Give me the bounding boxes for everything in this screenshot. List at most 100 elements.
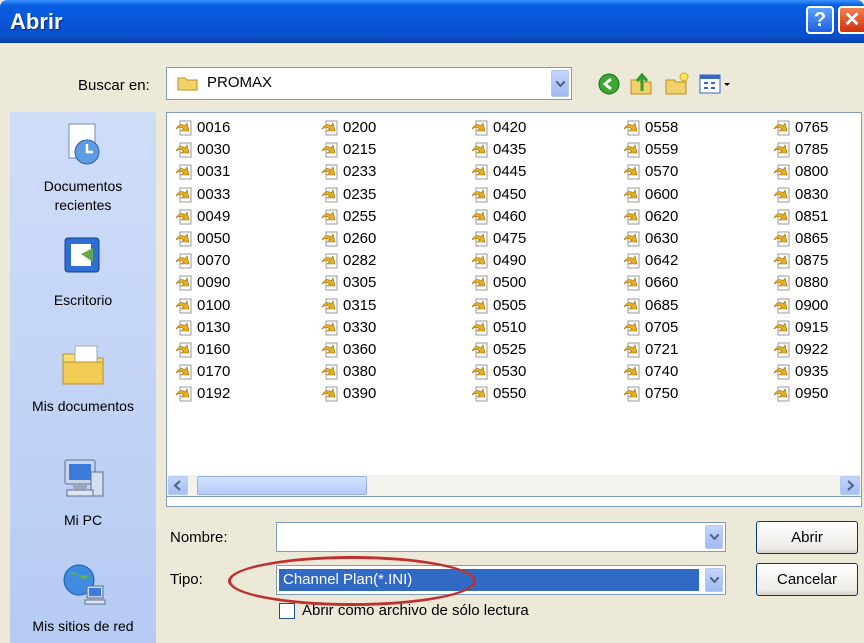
file-name: 0530 xyxy=(493,363,527,381)
file-item[interactable]: 0200 xyxy=(317,117,463,139)
file-item[interactable]: 0830 xyxy=(769,184,861,206)
file-item[interactable]: 0170 xyxy=(171,361,317,383)
file-item[interactable]: 0233 xyxy=(317,161,463,183)
new-folder-icon[interactable] xyxy=(664,71,690,97)
place-network[interactable]: Mis sitios de red xyxy=(10,560,156,636)
file-item[interactable]: 0031 xyxy=(171,161,317,183)
file-item[interactable]: 0450 xyxy=(467,184,613,206)
file-item[interactable]: 0559 xyxy=(619,139,765,161)
file-item[interactable]: 0705 xyxy=(619,317,765,339)
file-item[interactable]: 0049 xyxy=(171,206,317,228)
file-item[interactable]: 0130 xyxy=(171,317,317,339)
cancel-button[interactable]: Cancelar xyxy=(756,563,858,596)
file-item[interactable]: 0235 xyxy=(317,184,463,206)
help-button[interactable]: ? xyxy=(806,6,834,34)
file-item[interactable]: 0765 xyxy=(769,117,861,139)
lookin-combo[interactable]: PROMAX xyxy=(166,67,572,100)
file-item[interactable]: 0050 xyxy=(171,228,317,250)
file-item[interactable]: 0260 xyxy=(317,228,463,250)
file-item[interactable]: 0215 xyxy=(317,139,463,161)
scroll-right-button[interactable] xyxy=(840,476,860,495)
up-folder-icon[interactable] xyxy=(628,71,654,97)
open-button[interactable]: Abrir xyxy=(756,521,858,554)
file-item[interactable]: 0800 xyxy=(769,161,861,183)
file-item[interactable]: 0950 xyxy=(769,383,861,405)
file-item[interactable]: 0490 xyxy=(467,250,613,272)
file-name: 0900 xyxy=(795,296,829,314)
scroll-thumb[interactable] xyxy=(197,476,367,495)
file-item[interactable]: 0505 xyxy=(467,295,613,317)
file-item[interactable]: 0510 xyxy=(467,317,613,339)
file-item[interactable]: 0922 xyxy=(769,339,861,361)
ini-file-icon xyxy=(321,120,338,136)
file-item[interactable]: 0330 xyxy=(317,317,463,339)
file-item[interactable]: 0390 xyxy=(317,383,463,405)
file-item[interactable]: 0558 xyxy=(619,117,765,139)
file-item[interactable]: 0380 xyxy=(317,361,463,383)
file-item[interactable]: 0550 xyxy=(467,383,613,405)
file-item[interactable]: 0915 xyxy=(769,317,861,339)
chevron-down-icon[interactable] xyxy=(705,525,723,549)
back-icon[interactable] xyxy=(596,71,622,97)
file-item[interactable]: 0445 xyxy=(467,161,613,183)
readonly-checkbox[interactable] xyxy=(279,603,295,619)
file-item[interactable]: 0475 xyxy=(467,228,613,250)
chevron-down-icon[interactable] xyxy=(551,70,569,97)
place-my-computer[interactable]: Mi PC xyxy=(10,454,156,530)
horizontal-scrollbar[interactable] xyxy=(166,475,862,497)
file-item[interactable]: 0315 xyxy=(317,295,463,317)
readonly-label[interactable]: Abrir como archivo de sólo lectura xyxy=(302,602,529,619)
place-label: Documentos xyxy=(43,178,123,194)
scroll-left-button[interactable] xyxy=(168,476,188,495)
file-item[interactable]: 0033 xyxy=(171,184,317,206)
title-bar[interactable]: Abrir ? ✕ xyxy=(0,0,864,43)
file-item[interactable]: 0600 xyxy=(619,184,765,206)
file-item[interactable]: 0090 xyxy=(171,272,317,294)
file-item[interactable]: 0900 xyxy=(769,295,861,317)
file-item[interactable]: 0642 xyxy=(619,250,765,272)
file-item[interactable]: 0721 xyxy=(619,339,765,361)
file-item[interactable]: 0070 xyxy=(171,250,317,272)
file-item[interactable]: 0305 xyxy=(317,272,463,294)
file-item[interactable]: 0851 xyxy=(769,206,861,228)
filename-input[interactable] xyxy=(276,522,726,552)
chevron-down-icon[interactable] xyxy=(705,568,723,592)
file-item[interactable]: 0100 xyxy=(171,295,317,317)
file-item[interactable]: 0282 xyxy=(317,250,463,272)
file-item[interactable]: 0660 xyxy=(619,272,765,294)
place-desktop[interactable]: Escritorio xyxy=(10,234,156,310)
file-item[interactable]: 0880 xyxy=(769,272,861,294)
file-item[interactable]: 0160 xyxy=(171,339,317,361)
close-button[interactable]: ✕ xyxy=(838,6,864,34)
filetype-combo[interactable]: Channel Plan(*.INI) xyxy=(276,565,726,595)
file-item[interactable]: 0570 xyxy=(619,161,765,183)
file-item[interactable]: 0530 xyxy=(467,361,613,383)
file-list[interactable]: 0016 0030 0031 0033 0049 0050 0070 0090 0100 0130… xyxy=(166,112,862,507)
file-name: 0558 xyxy=(645,119,679,136)
view-menu-icon[interactable] xyxy=(698,71,734,97)
file-item[interactable]: 0420 xyxy=(467,117,613,139)
file-item[interactable]: 0740 xyxy=(619,361,765,383)
place-my-documents[interactable]: Mis documentos xyxy=(10,340,156,416)
place-recent-documents[interactable]: Documentos recientes xyxy=(10,120,156,215)
file-item[interactable]: 0435 xyxy=(467,139,613,161)
file-item[interactable]: 0016 xyxy=(171,117,317,139)
file-item[interactable]: 0865 xyxy=(769,228,861,250)
file-item[interactable]: 0630 xyxy=(619,228,765,250)
ini-file-icon xyxy=(623,164,640,180)
ini-file-icon xyxy=(175,187,192,203)
file-item[interactable]: 0360 xyxy=(317,339,463,361)
file-item[interactable]: 0935 xyxy=(769,361,861,383)
file-item[interactable]: 0525 xyxy=(467,339,613,361)
file-item[interactable]: 0192 xyxy=(171,383,317,405)
file-item[interactable]: 0030 xyxy=(171,139,317,161)
ini-file-icon xyxy=(623,231,640,247)
file-item[interactable]: 0620 xyxy=(619,206,765,228)
file-item[interactable]: 0500 xyxy=(467,272,613,294)
file-item[interactable]: 0785 xyxy=(769,139,861,161)
file-item[interactable]: 0255 xyxy=(317,206,463,228)
file-item[interactable]: 0750 xyxy=(619,383,765,405)
file-item[interactable]: 0685 xyxy=(619,295,765,317)
file-item[interactable]: 0460 xyxy=(467,206,613,228)
file-item[interactable]: 0875 xyxy=(769,250,861,272)
